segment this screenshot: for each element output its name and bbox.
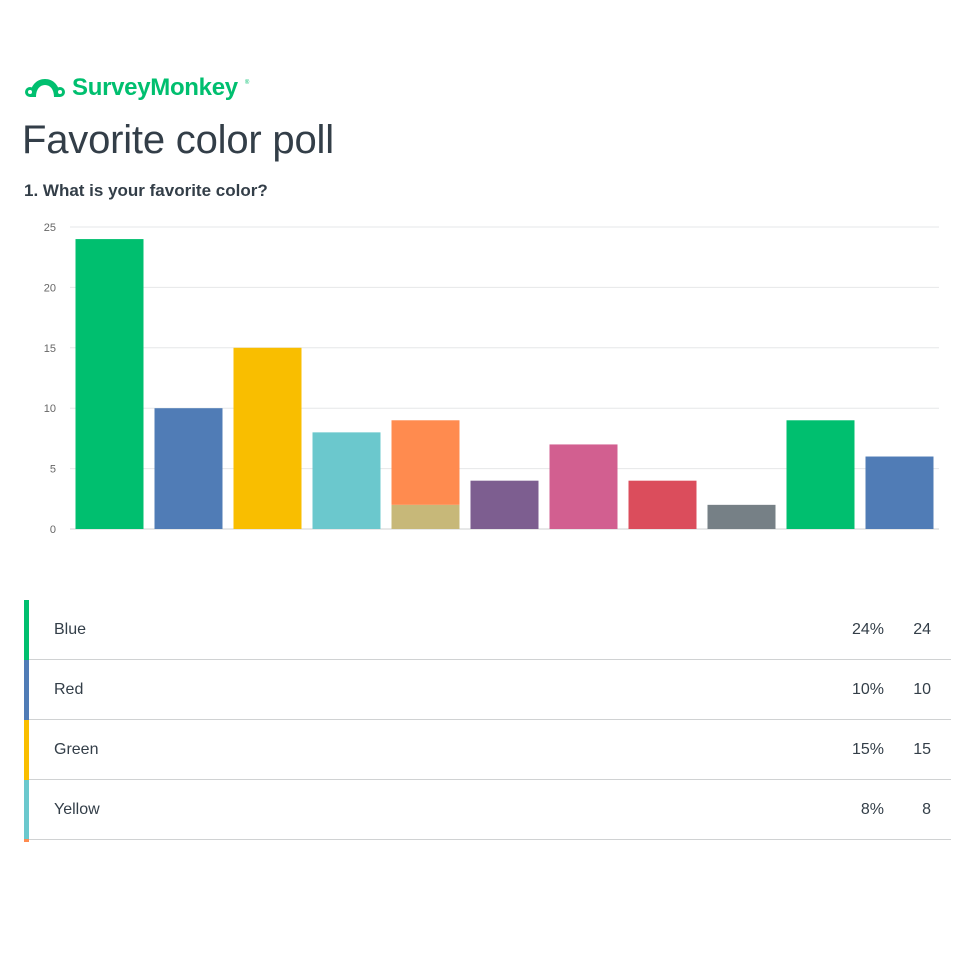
- page-title: Favorite color poll: [22, 118, 334, 162]
- legend-count: 10: [913, 680, 931, 698]
- bar-8: [628, 480, 697, 529]
- legend-count: 15: [913, 740, 931, 758]
- legend-row-red: Red 10% 10: [24, 660, 951, 720]
- legend-percent: 8%: [860, 800, 884, 818]
- brand-trademark: ®: [244, 80, 250, 86]
- bar-6: [470, 480, 539, 529]
- legend-label: Green: [54, 740, 99, 758]
- legend-percent: 24%: [851, 620, 884, 638]
- legend-percent: 10%: [851, 680, 884, 698]
- legend-row-blue: Blue 24% 24: [24, 600, 951, 660]
- y-tick-label: 10: [44, 403, 56, 415]
- legend-count: 24: [913, 620, 931, 638]
- legend-swatch-next: [24, 839, 29, 842]
- legend-label: Red: [54, 680, 84, 698]
- brand-name: SurveyMonkey: [72, 74, 238, 101]
- bar-10: [786, 420, 855, 529]
- legend-count: 8: [922, 800, 931, 818]
- legend-label: Blue: [54, 620, 87, 638]
- bar-chart: 0 5 10 15 20 25: [44, 222, 939, 536]
- monkey-icon: [25, 79, 65, 97]
- legend-row-yellow: Yellow 8% 8: [24, 780, 951, 840]
- y-tick-label: 25: [44, 222, 56, 234]
- legend-swatch: [24, 780, 29, 840]
- y-tick-label: 15: [44, 343, 56, 355]
- bar-7: [549, 444, 618, 529]
- bar-11: [865, 456, 934, 529]
- legend-label: Yellow: [54, 800, 100, 818]
- bar-1: [75, 239, 144, 529]
- bar-5-segment-2: [391, 420, 460, 505]
- brand-logo: SurveyMonkey ®: [24, 74, 249, 102]
- y-tick-label: 0: [50, 524, 56, 536]
- bar-2: [154, 408, 223, 529]
- legend-swatch: [24, 720, 29, 780]
- y-tick-label: 20: [44, 282, 56, 294]
- y-tick-label: 5: [50, 464, 56, 476]
- legend-row-green: Green 15% 15: [24, 720, 951, 780]
- bar-4: [312, 432, 381, 529]
- legend-percent: 15%: [851, 740, 884, 758]
- bar-5-segment-1: [391, 504, 460, 529]
- legend-swatch: [24, 600, 29, 660]
- bar-9: [707, 504, 776, 529]
- bar-3: [233, 347, 302, 529]
- results-legend: Blue 24% 24 Red 10% 10 Green 15% 15 Yell…: [24, 600, 951, 840]
- legend-swatch: [24, 660, 29, 720]
- question-text: 1. What is your favorite color?: [24, 181, 268, 200]
